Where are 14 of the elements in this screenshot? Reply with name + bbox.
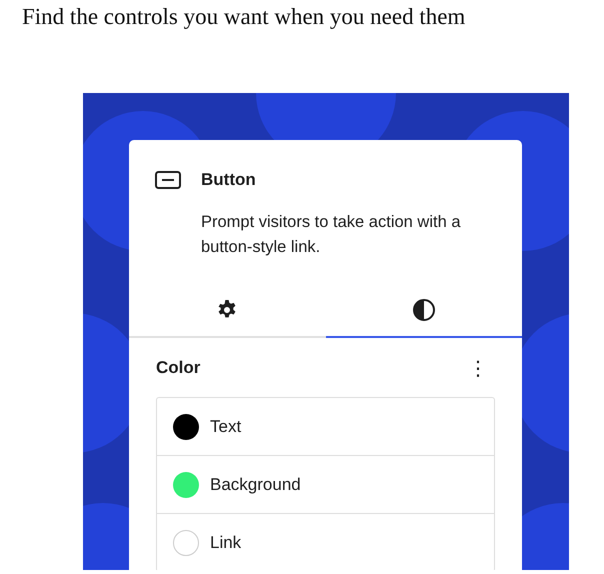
color-label: Link: [210, 532, 242, 552]
color-option[interactable]: Text: [157, 398, 494, 455]
color-option[interactable]: Link: [157, 513, 494, 570]
block-description: Prompt visitors to take action with a button-style link.: [201, 212, 462, 258]
section-title: Color: [156, 358, 200, 378]
options-menu-button[interactable]: ⋮: [464, 356, 492, 380]
color-label: Background: [210, 474, 301, 494]
contrast-icon: [412, 298, 436, 322]
empty-swatch: [173, 530, 199, 556]
page-heading: Find the controls you want when you need them: [21, 3, 466, 31]
block-title: Button: [201, 170, 256, 190]
color-option[interactable]: Background: [157, 455, 494, 513]
button-icon: [155, 171, 181, 189]
color-label: Text: [210, 416, 242, 436]
